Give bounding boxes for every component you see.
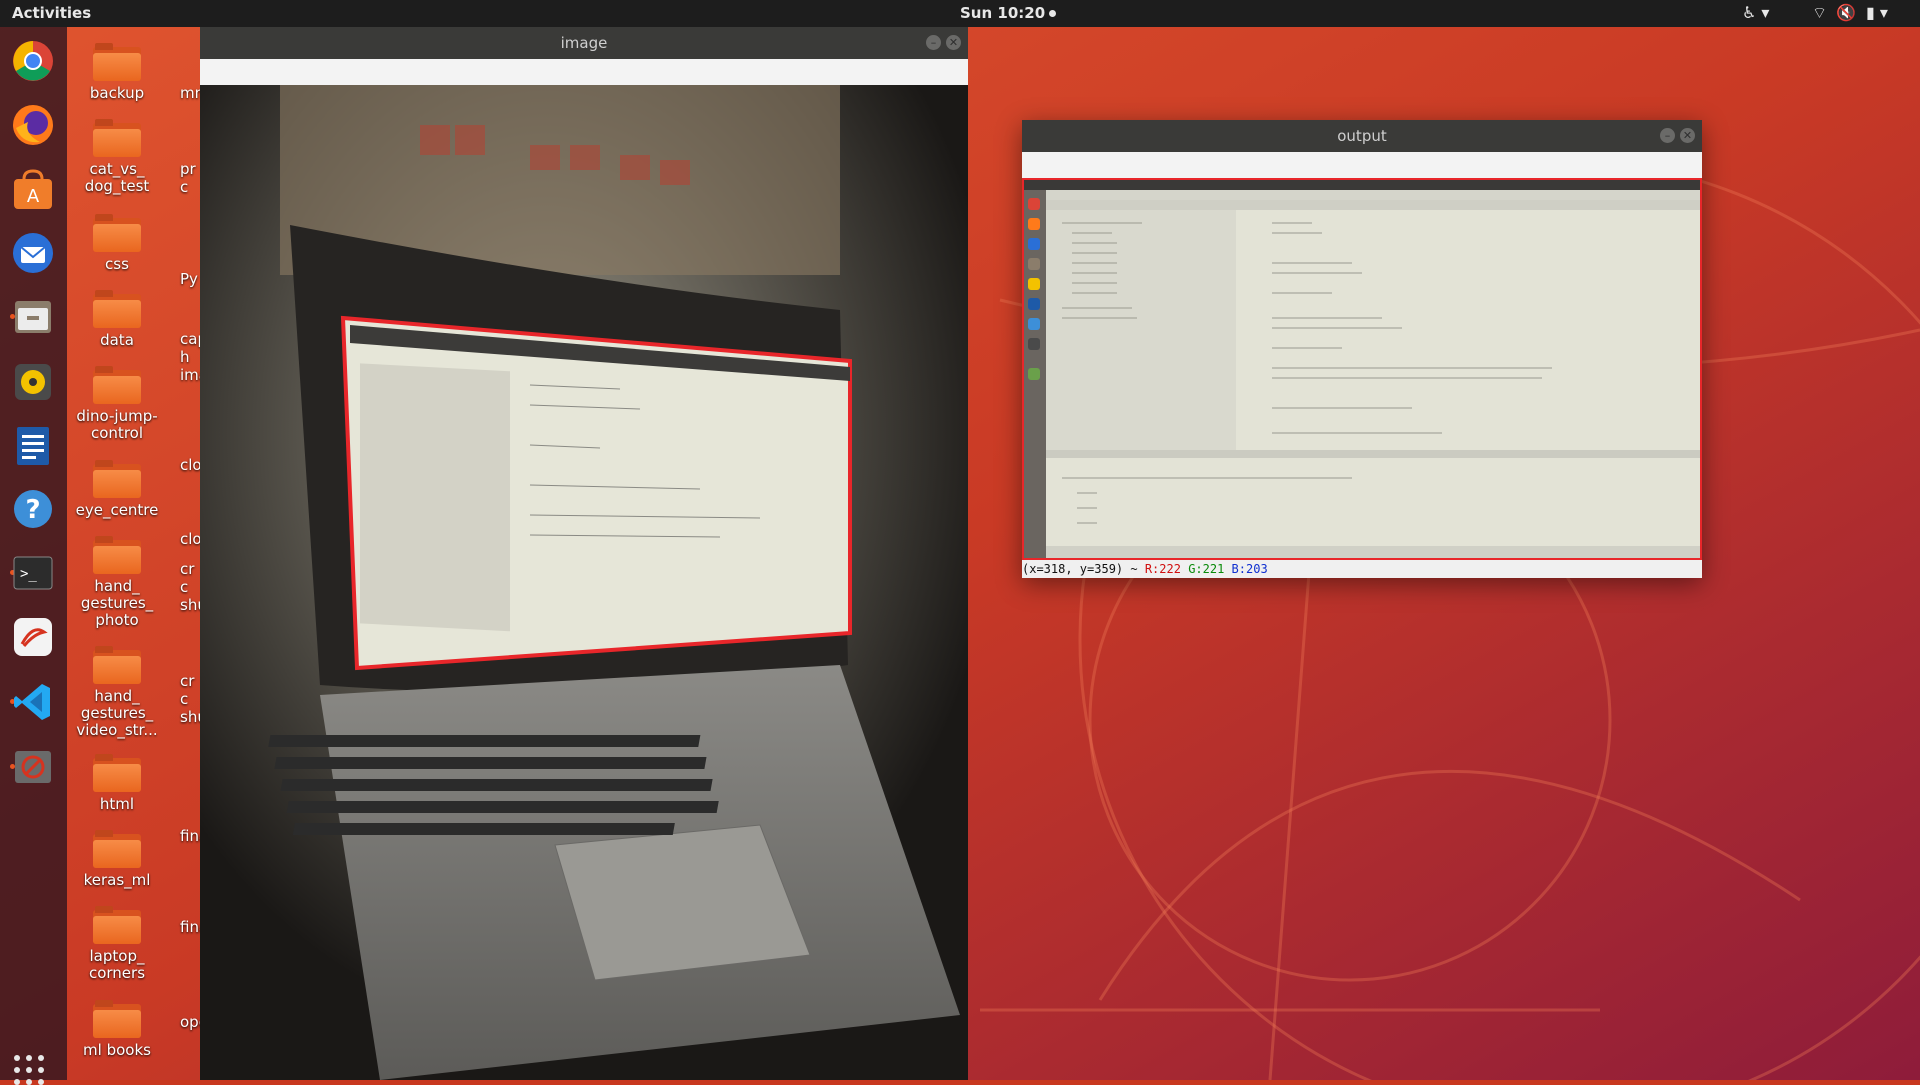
desktop-folder[interactable]: cat_vs_ dog_test (67, 113, 167, 195)
clock-button[interactable]: Sun 10:20 (960, 4, 1057, 22)
folder-icon (93, 366, 141, 404)
folder-icon (93, 830, 141, 868)
svg-text:?: ? (25, 495, 40, 525)
desktop-folder-label: hand_ gestures_ photo (80, 577, 154, 629)
green-value: G:221 (1188, 562, 1225, 576)
minimize-icon[interactable]: – (926, 35, 941, 50)
folder-icon (93, 1000, 141, 1038)
output-window-titlebar[interactable]: output – ✕ (1022, 120, 1702, 152)
desktop-folder-label: dino-jump- control (76, 407, 158, 442)
folder-icon (93, 119, 141, 157)
warped-screen-image (1022, 178, 1702, 560)
thunderbird-icon (13, 233, 53, 273)
output-window[interactable]: output – ✕ (x=318, y=359) ~ R:222 G:221 … (1022, 120, 1702, 578)
close-icon[interactable]: ✕ (946, 35, 961, 50)
folder-icon (93, 290, 141, 328)
output-window-toolbar (1022, 152, 1702, 179)
image-window[interactable]: image – ✕ (200, 27, 968, 1080)
output-window-title: output (1337, 127, 1387, 145)
desktop-folder[interactable]: data (67, 284, 167, 349)
dock-item-screenshot[interactable] (8, 612, 58, 662)
terminal-icon: >_ (13, 556, 53, 590)
svg-text:>_: >_ (20, 566, 37, 582)
output-status-bar: (x=318, y=359) ~ R:222 G:221 B:203 (1022, 560, 1702, 578)
desktop-folder[interactable]: ml books (67, 994, 167, 1059)
desktop-folder[interactable]: dino-jump- control (67, 360, 167, 442)
folder-icon (93, 754, 141, 792)
desktop-folder[interactable]: keras_ml (67, 824, 167, 889)
desktop-folder[interactable]: backup (67, 37, 167, 102)
battery-icon[interactable]: ▮ ▾ (1866, 3, 1888, 22)
dock-item-files[interactable] (8, 292, 58, 342)
desktop-folder[interactable]: laptop_ corners (67, 900, 167, 982)
minimize-icon[interactable]: – (1660, 128, 1675, 143)
desktop-folder-label: laptop_ corners (88, 947, 146, 982)
folder-icon (93, 43, 141, 81)
firefox-icon (13, 105, 53, 145)
desktop-folder-label: hand_ gestures_ video_str... (76, 687, 158, 739)
red-value: R:222 (1144, 562, 1181, 576)
chrome-icon (13, 41, 53, 81)
desktop-item-partial[interactable]: Py (180, 270, 198, 288)
notification-dot (1049, 10, 1057, 17)
svg-text:A: A (27, 186, 40, 207)
rhythmbox-icon (15, 364, 51, 400)
top-bar: Activities Sun 10:20 ♿ ▾ ⌔ 🔇 ▮ ▾ (0, 0, 1920, 27)
clock-label: Sun 10:20 (960, 4, 1046, 22)
activities-button[interactable]: Activities (12, 4, 91, 22)
desktop-folder-label: eye_centre (75, 501, 159, 519)
dock-item-thunderbird[interactable] (8, 228, 58, 278)
dock-item-chrome[interactable] (8, 36, 58, 86)
dock-item-firefox[interactable] (8, 100, 58, 150)
folder-icon (93, 214, 141, 252)
folder-icon (93, 906, 141, 944)
accessibility-icon[interactable]: ♿ ▾ (1742, 3, 1769, 22)
image-window-toolbar (200, 59, 968, 86)
blue-value: B:203 (1231, 562, 1268, 576)
desktop-folder[interactable]: hand_ gestures_ video_str... (67, 640, 167, 739)
desktop-folder-label: backup (89, 84, 145, 102)
dock-item-help[interactable]: ? (8, 484, 58, 534)
desktop-folder[interactable]: css (67, 208, 167, 273)
volume-muted-icon[interactable]: 🔇 (1836, 3, 1856, 22)
dock-item-rhythmbox[interactable] (8, 357, 58, 407)
files-icon (15, 301, 51, 333)
vscode-icon (14, 684, 50, 720)
desktop-folder[interactable]: html (67, 748, 167, 813)
desktop-folder-label: data (100, 331, 134, 349)
wifi-icon[interactable]: ⌔ (1812, 3, 1827, 23)
desktop-folder-label: css (105, 255, 129, 273)
image-window-title: image (560, 34, 608, 52)
dock-item-vscode[interactable] (8, 677, 58, 727)
desktop-item-partial[interactable]: pr c (180, 160, 196, 196)
image-window-titlebar[interactable]: image – ✕ (200, 27, 968, 59)
folder-icon (93, 460, 141, 498)
dock-item-terminal[interactable]: >_ (8, 548, 58, 598)
folder-icon (93, 646, 141, 684)
desktop-folder-label: html (99, 795, 135, 813)
cursor-coordinates: (x=318, y=359) ~ (1022, 562, 1138, 576)
dock-item-writer[interactable] (8, 421, 58, 471)
desktop-folder-label: cat_vs_ dog_test (84, 160, 150, 195)
dock-item-software[interactable]: A (8, 165, 58, 215)
help-icon: ? (14, 490, 52, 528)
folder-icon (93, 536, 141, 574)
desktop-folder-label: ml books (83, 1041, 151, 1059)
libreoffice-writer-icon (17, 427, 49, 465)
screenshot-app-icon (14, 618, 52, 656)
desktop-folder-label: keras_ml (83, 871, 151, 889)
dock-item-opencv-output[interactable] (8, 742, 58, 792)
software-center-icon: A (14, 169, 52, 209)
laptop-photo (200, 85, 968, 1080)
desktop-folder[interactable]: eye_centre (67, 454, 167, 519)
dock: A ? >_ (0, 27, 67, 1085)
desktop-folder[interactable]: hand_ gestures_ photo (67, 530, 167, 629)
opencv-app-icon (15, 751, 51, 783)
close-icon[interactable]: ✕ (1680, 128, 1695, 143)
